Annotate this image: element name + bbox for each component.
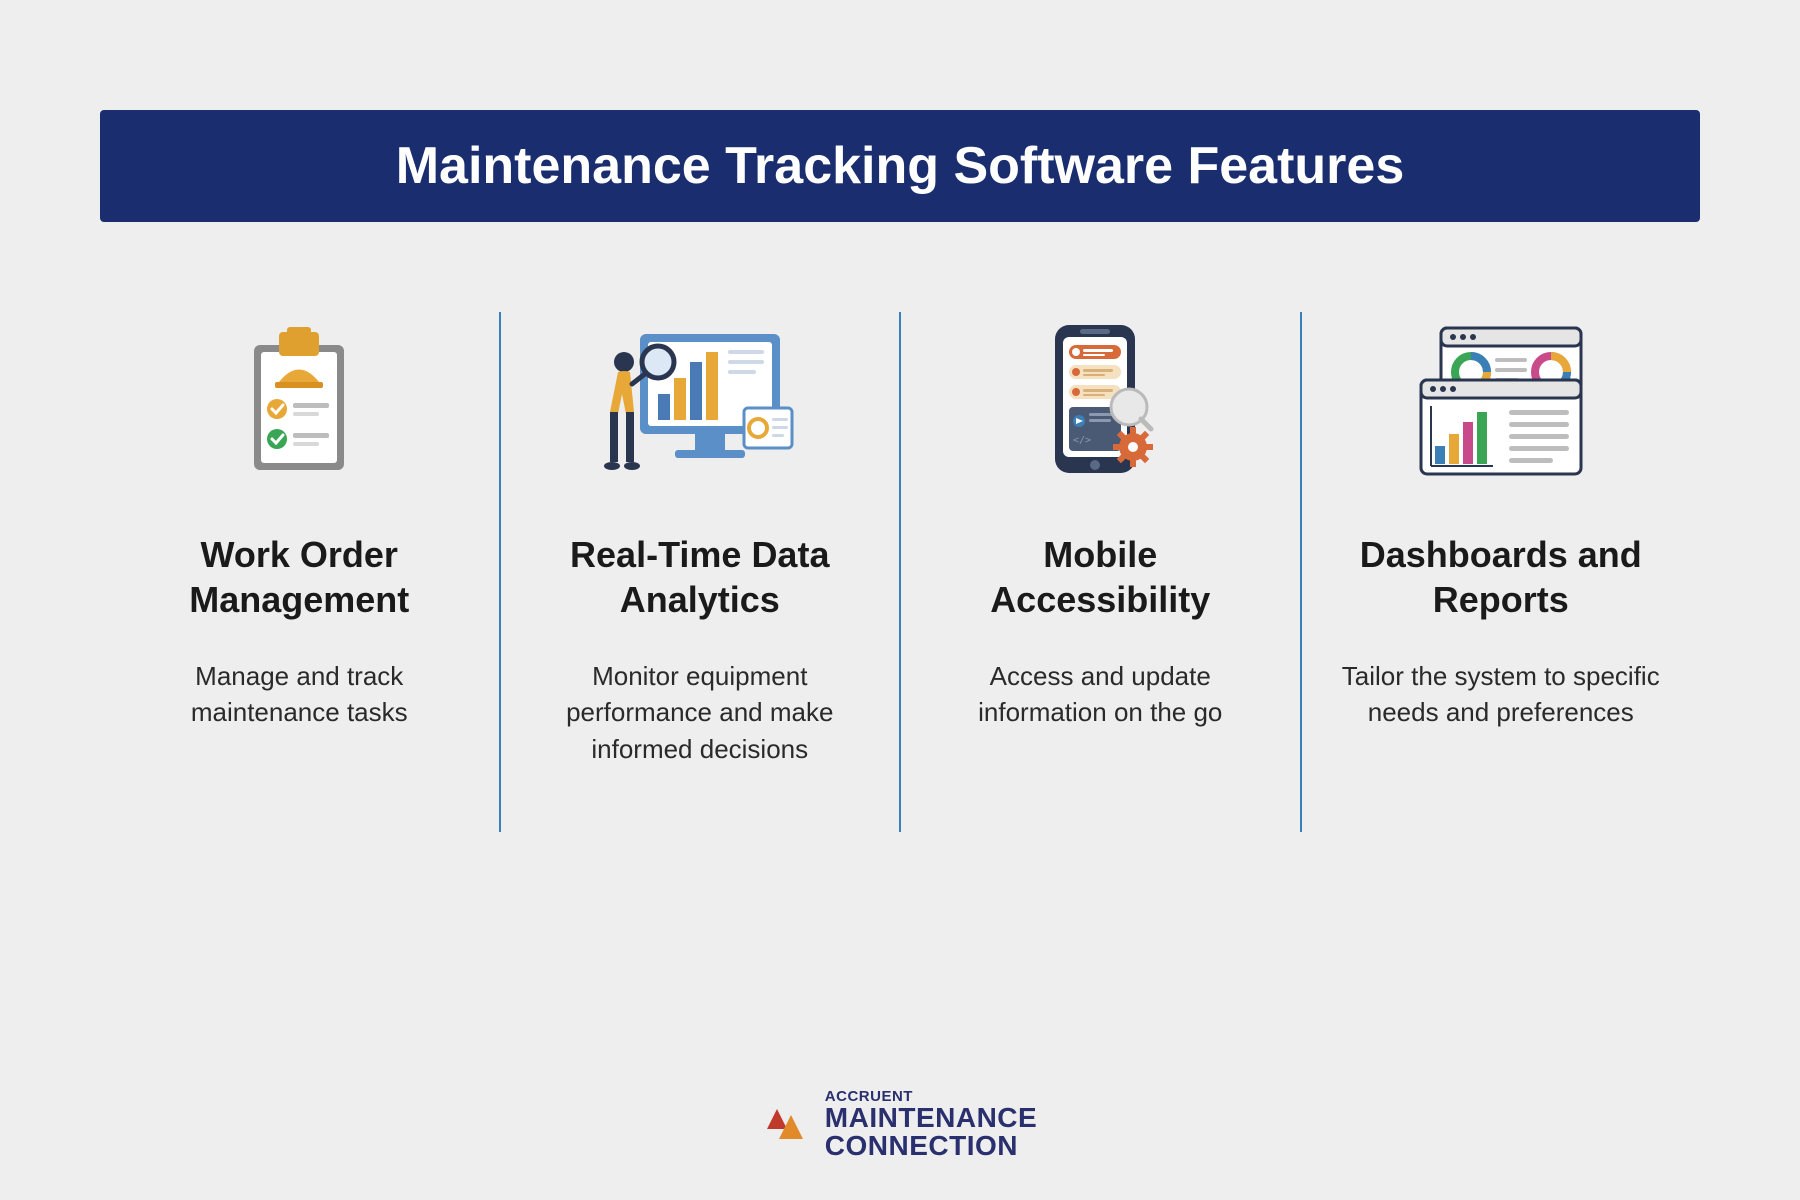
mobile-app-icon: </> [1025, 312, 1175, 492]
feature-title: Work Order Management [130, 532, 469, 622]
brand-text: ACCRUENT MAINTENANCE CONNECTION [825, 1089, 1037, 1160]
brand-line-1: MAINTENANCE [825, 1104, 1037, 1132]
feature-description: Tailor the system to specific needs and … [1332, 658, 1671, 731]
feature-title: Mobile Accessibility [931, 532, 1270, 622]
feature-description: Manage and track maintenance tasks [130, 658, 469, 731]
feature-title: Real-Time Data Analytics [531, 532, 870, 622]
features-row: Work Order Management Manage and track m… [100, 312, 1700, 1029]
feature-title: Dashboards and Reports [1332, 532, 1671, 622]
brand-mark-icon [763, 1101, 811, 1149]
brand-line-2: CONNECTION [825, 1132, 1037, 1160]
feature-description: Access and update information on the go [931, 658, 1270, 731]
feature-description: Monitor equipment performance and make i… [531, 658, 870, 767]
brand-logo: ACCRUENT MAINTENANCE CONNECTION [763, 1089, 1037, 1160]
feature-dashboards: Dashboards and Reports Tailor the system… [1302, 312, 1701, 1029]
feature-mobile: </> [901, 312, 1300, 1029]
page-title-banner: Maintenance Tracking Software Features [100, 110, 1700, 222]
dashboard-report-icon [1401, 312, 1601, 492]
feature-work-order: Work Order Management Manage and track m… [100, 312, 499, 1029]
page-title: Maintenance Tracking Software Features [396, 137, 1405, 195]
clipboard-checklist-icon [239, 312, 359, 492]
svg-text:</>: </> [1073, 435, 1091, 446]
analytics-monitor-icon [600, 312, 800, 492]
feature-analytics: Real-Time Data Analytics Monitor equipme… [501, 312, 900, 1029]
